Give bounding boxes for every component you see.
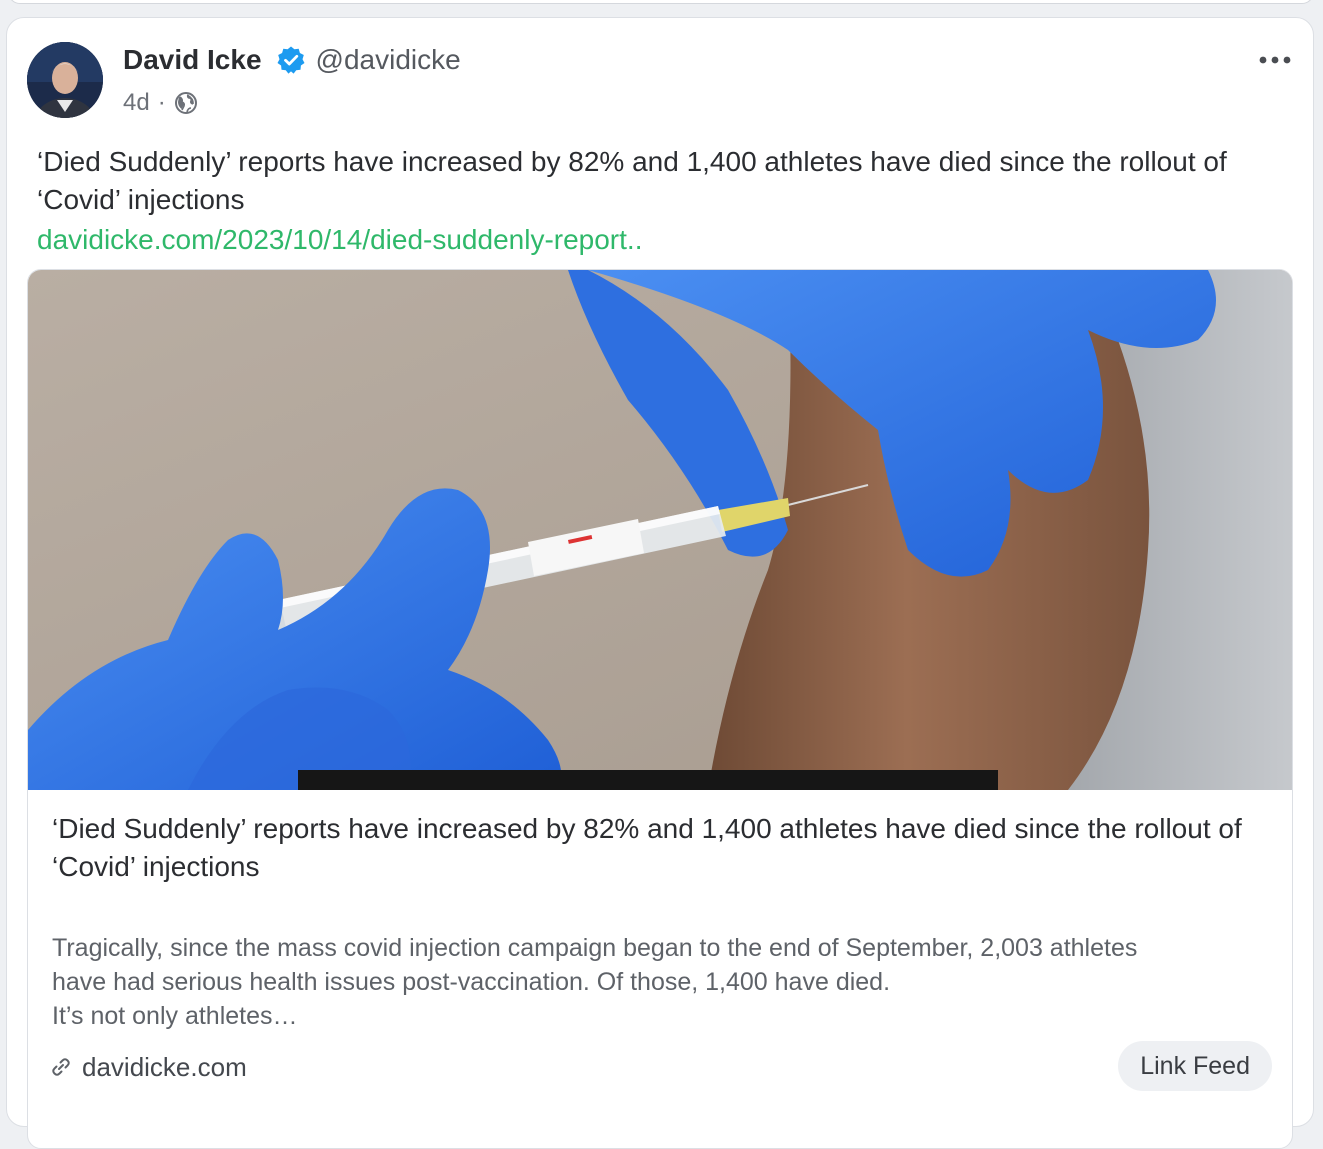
link-preview-image[interactable] — [28, 270, 1292, 790]
link-icon — [50, 1056, 72, 1078]
link-feed-button[interactable]: Link Feed — [1118, 1041, 1272, 1091]
post-card: David Icke @davidicke 4d · ‘Died Suddenl… — [6, 17, 1314, 1149]
post-meta: 4d · — [123, 88, 198, 118]
description-line: Tragically, since the mass covid injecti… — [52, 934, 1138, 962]
avatar[interactable] — [27, 42, 103, 118]
link-preview-card[interactable]: ‘Died Suddenly’ reports have increased b… — [27, 269, 1293, 1149]
link-card-description: Tragically, since the mass covid injecti… — [52, 931, 1272, 1033]
previous-post-card — [8, 0, 1314, 4]
link-card-title[interactable]: ‘Died Suddenly’ reports have increased b… — [52, 810, 1272, 886]
more-horizontal-icon — [1259, 56, 1291, 64]
description-line: It’s not only athletes… — [52, 1002, 298, 1030]
description-line: have had serious health issues post-vacc… — [52, 968, 891, 996]
verified-badge-icon — [276, 45, 306, 75]
globe-icon — [174, 91, 198, 115]
post-timestamp[interactable]: 4d — [123, 89, 150, 117]
author-name[interactable]: David Icke — [123, 44, 262, 76]
link-domain-text: davidicke.com — [82, 1051, 247, 1082]
post-menu-button[interactable] — [1255, 48, 1295, 72]
author-handle[interactable]: @davidicke — [316, 44, 461, 76]
meta-separator: · — [157, 89, 166, 116]
author-line: David Icke @davidicke — [123, 42, 461, 78]
post-text: ‘Died Suddenly’ reports have increased b… — [37, 146, 1227, 215]
link-domain[interactable]: davidicke.com — [50, 1049, 247, 1085]
post-link[interactable]: davidicke.com/2023/10/14/died-suddenly-r… — [37, 221, 642, 259]
